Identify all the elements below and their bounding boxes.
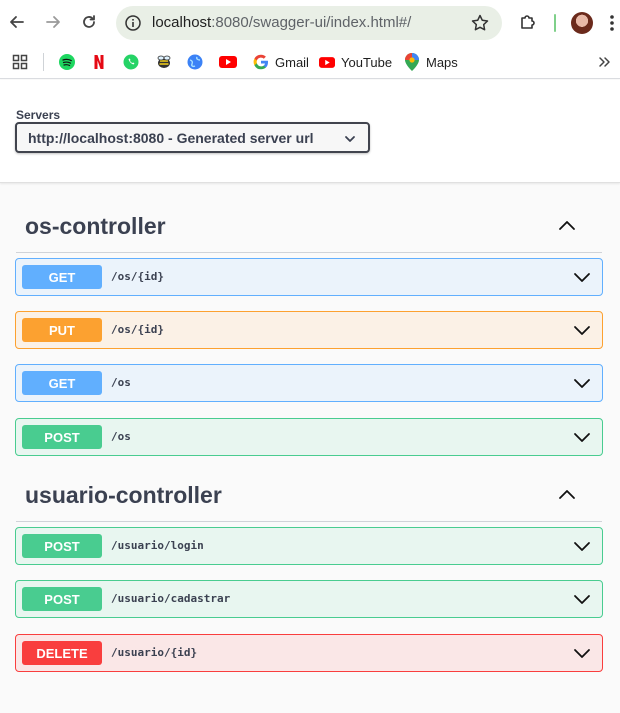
apps-grid-icon[interactable] — [12, 52, 28, 72]
section-divider — [16, 252, 602, 253]
whatsapp-icon[interactable] — [123, 52, 139, 72]
google-icon — [253, 54, 269, 70]
operation-path: /usuario/cadastrar — [111, 592, 231, 605]
servers-select[interactable]: http://localhost:8080 - Generated server… — [15, 122, 370, 153]
bookmark-label: YouTube — [341, 54, 393, 70]
chevron-up-icon[interactable] — [555, 483, 579, 507]
section-title-os-controller[interactable]: os-controller — [25, 213, 166, 240]
operation-post-os[interactable]: POST /os — [15, 418, 603, 456]
bookmarks-divider — [43, 53, 44, 71]
operation-path: /os — [111, 376, 131, 389]
method-badge: PUT — [22, 318, 102, 342]
chevron-down-icon[interactable] — [572, 643, 592, 663]
youtube-icon[interactable] — [219, 52, 237, 72]
servers-selected-value: http://localhost:8080 - Generated server… — [28, 130, 314, 146]
address-bar[interactable]: localhost:8080/swagger-ui/index.html#/ — [116, 6, 502, 40]
operation-path: /os/{id} — [111, 323, 164, 336]
bookmarks-bar: Gmail YouTube Maps — [0, 45, 620, 79]
servers-label: Servers — [16, 108, 61, 122]
profile-avatar[interactable] — [571, 12, 593, 34]
chevron-down-icon[interactable] — [572, 267, 592, 287]
method-badge: GET — [22, 265, 102, 289]
bookmark-youtube[interactable]: YouTube — [319, 52, 392, 72]
bookmark-gmail[interactable]: Gmail — [253, 52, 309, 72]
reload-icon[interactable] — [79, 12, 99, 32]
operation-path: /usuario/login — [111, 539, 204, 552]
chevron-up-icon[interactable] — [555, 214, 579, 238]
chevron-down-icon[interactable] — [572, 320, 592, 340]
maps-pin-icon — [404, 53, 420, 71]
operation-post-usuario-cadastrar[interactable]: POST /usuario/cadastrar — [15, 580, 603, 618]
operation-path: /usuario/{id} — [111, 646, 198, 659]
globe-icon[interactable] — [187, 52, 203, 72]
method-badge: POST — [22, 425, 102, 449]
forward-arrow-icon[interactable] — [43, 12, 63, 32]
youtube-icon — [319, 54, 335, 70]
chevron-down-icon[interactable] — [572, 589, 592, 609]
more-bookmarks-chevron-icon[interactable] — [597, 52, 611, 72]
extensions-puzzle-icon[interactable] — [518, 12, 538, 32]
operation-put-os-id[interactable]: PUT /os/{id} — [15, 311, 603, 349]
method-badge: POST — [22, 587, 102, 611]
method-badge: POST — [22, 534, 102, 558]
section-title-usuario-controller[interactable]: usuario-controller — [25, 482, 222, 509]
servers-panel: Servers http://localhost:8080 - Generate… — [0, 80, 620, 183]
bookmark-label: Maps — [426, 54, 458, 70]
site-info-icon[interactable] — [123, 13, 143, 33]
back-arrow-icon[interactable] — [7, 12, 27, 32]
chevron-down-icon[interactable] — [572, 427, 592, 447]
method-badge: GET — [22, 371, 102, 395]
operation-path: /os/{id} — [111, 270, 164, 283]
operation-get-os-id[interactable]: GET /os/{id} — [15, 258, 603, 296]
chevron-down-icon[interactable] — [572, 373, 592, 393]
operation-post-usuario-login[interactable]: POST /usuario/login — [15, 527, 603, 565]
url-text: localhost:8080/swagger-ui/index.html#/ — [152, 14, 412, 31]
kebab-menu-icon[interactable] — [606, 12, 618, 34]
bookmark-label: Gmail — [275, 54, 309, 70]
bookmark-maps[interactable]: Maps — [404, 52, 458, 72]
method-badge: DELETE — [22, 641, 102, 665]
chevron-down-icon[interactable] — [572, 536, 592, 556]
operation-delete-usuario-id[interactable]: DELETE /usuario/{id} — [15, 634, 603, 672]
chevron-down-icon — [344, 132, 356, 144]
netflix-icon[interactable] — [91, 52, 107, 72]
toolbar-divider — [554, 14, 556, 32]
operation-get-os[interactable]: GET /os — [15, 364, 603, 402]
operation-path: /os — [111, 430, 131, 443]
section-divider — [16, 521, 602, 522]
browser-toolbar: localhost:8080/swagger-ui/index.html#/ — [0, 0, 620, 45]
spotify-icon[interactable] — [59, 52, 75, 72]
bookmark-star-icon[interactable] — [470, 13, 490, 33]
bee-icon[interactable] — [155, 52, 173, 72]
